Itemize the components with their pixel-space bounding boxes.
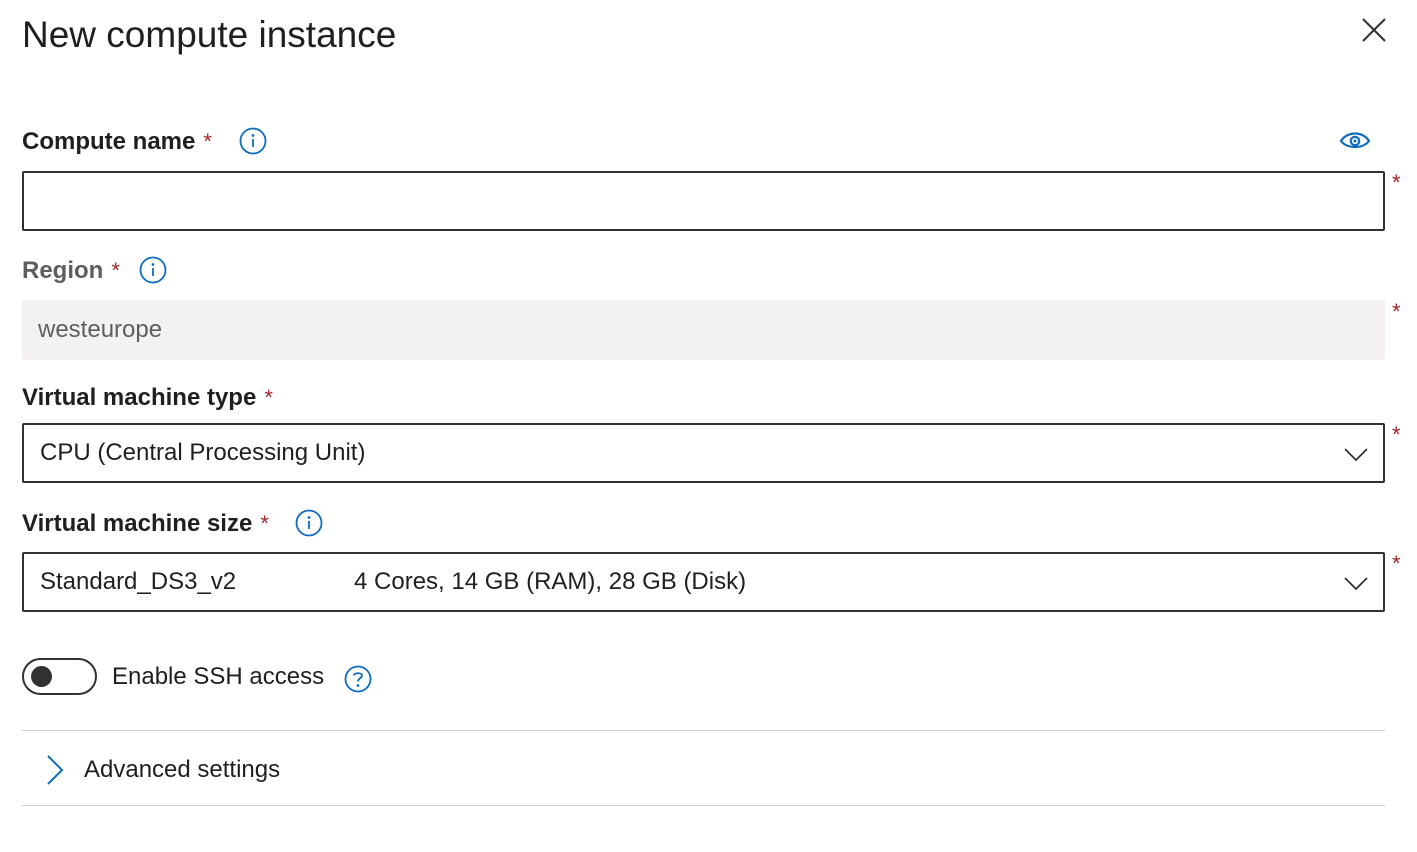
- region-required-marker: *: [1392, 299, 1401, 324]
- vm-size-dropdown[interactable]: Standard_DS3_v2 4 Cores, 14 GB (RAM), 28…: [22, 552, 1385, 612]
- chevron-down-icon: [1344, 448, 1368, 462]
- compute-name-field[interactable]: [22, 171, 1385, 231]
- close-icon: [1362, 18, 1386, 42]
- vm-type-value: CPU (Central Processing Unit): [40, 439, 366, 466]
- vm-size-label: Virtual machine size *: [22, 510, 269, 537]
- advanced-settings-label: Advanced settings: [84, 756, 281, 783]
- vm-size-value: Standard_DS3_v2: [40, 568, 237, 595]
- ssh-label: Enable SSH access: [112, 663, 325, 690]
- close-button[interactable]: [1358, 14, 1390, 46]
- vm-type-dropdown[interactable]: CPU (Central Processing Unit): [22, 423, 1385, 483]
- info-icon[interactable]: [294, 508, 324, 538]
- vm-size-detail: 4 Cores, 14 GB (RAM), 28 GB (Disk): [354, 568, 747, 595]
- toggle-knob: [31, 666, 52, 687]
- chevron-down-icon: [1344, 577, 1368, 591]
- ssh-toggle[interactable]: [22, 658, 97, 695]
- panel-title: New compute instance: [22, 14, 397, 55]
- question-icon[interactable]: [343, 664, 373, 694]
- divider: [22, 805, 1385, 806]
- eye-icon[interactable]: [1339, 128, 1371, 154]
- region-value: westeurope: [38, 316, 163, 343]
- compute-name-required-marker: *: [1392, 170, 1401, 195]
- chevron-right-icon: [47, 755, 64, 785]
- compute-name-label: Compute name *: [22, 128, 212, 155]
- region-field: westeurope: [22, 300, 1385, 360]
- compute-name-input[interactable]: [24, 173, 1383, 229]
- info-icon[interactable]: [238, 126, 268, 156]
- vm-type-label: Virtual machine type *: [22, 384, 273, 411]
- info-icon[interactable]: [138, 255, 168, 285]
- advanced-settings-toggle[interactable]: Advanced settings: [22, 741, 1385, 799]
- vm-size-required-marker: *: [1392, 551, 1401, 576]
- vm-type-required-marker: *: [1392, 422, 1401, 447]
- region-label: Region *: [22, 257, 120, 284]
- divider: [22, 730, 1385, 731]
